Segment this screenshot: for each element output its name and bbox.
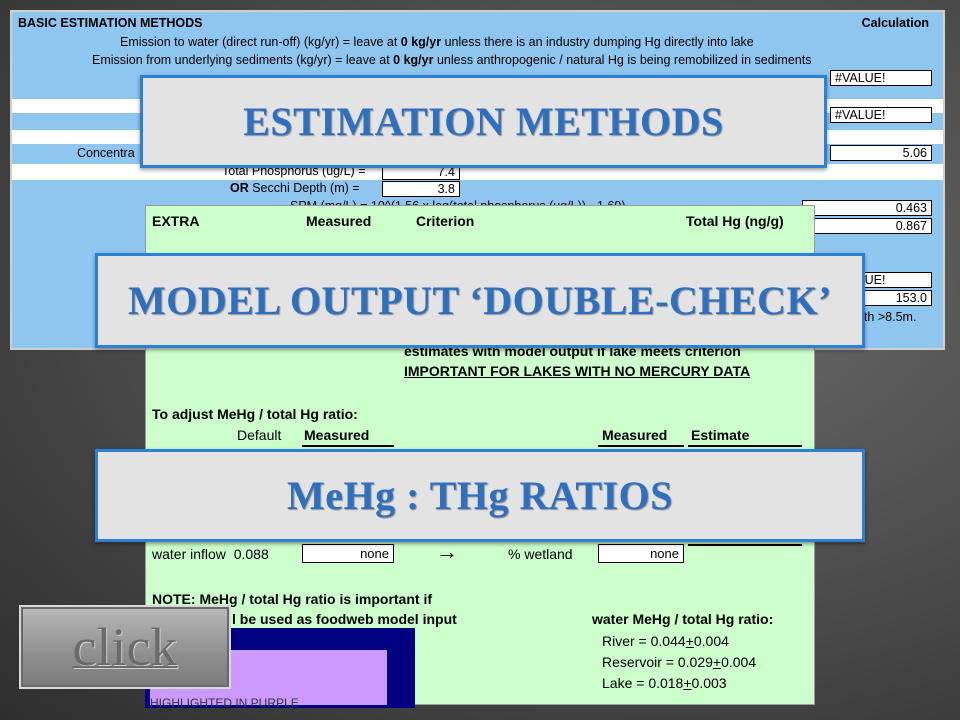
calc-cell[interactable]: 5.06: [830, 145, 932, 161]
measured-underline: [598, 427, 684, 447]
click-button[interactable]: click: [19, 605, 231, 689]
calc-cell[interactable]: 0.463: [802, 200, 932, 216]
calc-cell[interactable]: #VALUE!: [830, 107, 932, 123]
click-button-label: click: [72, 617, 178, 677]
secchi-label: OR Secchi Depth (m) =: [230, 181, 360, 195]
ratio-lake: Lake = 0.018+0.003: [602, 675, 727, 691]
banner-estimation-text: ESTIMATION METHODS: [243, 99, 724, 144]
calc-cell[interactable]: #VALUE!: [830, 70, 932, 86]
ratio-river: River = 0.044+0.004: [602, 633, 729, 649]
banner-ratios: MeHg : THg RATIOS: [95, 449, 865, 542]
total-hg-header: Total Hg (ng/g): [686, 213, 784, 229]
wetland-measured-input[interactable]: none: [598, 544, 684, 563]
concentration-label: Concentra: [77, 146, 135, 160]
depth-note: pth >8.5m.: [857, 310, 917, 324]
extra-header: EXTRA: [152, 213, 200, 229]
measured-header: Measured: [306, 213, 372, 229]
water-inflow-label: water inflow 0.088: [152, 546, 269, 562]
sediment-line: Emission from underlying sediments (kg/y…: [92, 53, 812, 67]
calculation-header: Calculation: [861, 16, 929, 30]
measured-underline: [302, 427, 394, 447]
sheet-title: BASIC ESTIMATION METHODS: [18, 16, 203, 30]
banner-double-check: MODEL OUTPUT ‘DOUBLE-CHECK’: [95, 253, 865, 348]
banner-estimation-methods: ESTIMATION METHODS: [140, 75, 827, 168]
wetland-estimate-input[interactable]: [688, 544, 802, 546]
ratio-reservoir: Reservoir = 0.029+0.004: [602, 654, 757, 670]
runoff-line: Emission to water (direct run-off) (kg/y…: [120, 35, 754, 49]
ratio-title: water MeHg / total Hg ratio:: [592, 611, 774, 627]
secchi-input[interactable]: 3.8: [382, 181, 460, 197]
purple-note: HIGHLIGHTED IN PURPLE: [150, 696, 299, 710]
note-line-2: l be used as foodweb model input: [232, 611, 457, 627]
inflow-measured-input[interactable]: none: [302, 544, 394, 563]
estimate-underline: [688, 427, 802, 447]
default-label: Default: [237, 427, 282, 443]
banner-ratios-text: MeHg : THg RATIOS: [287, 473, 673, 518]
wetland-label: % wetland: [508, 546, 573, 562]
adjust-title: To adjust MeHg / total Hg ratio:: [152, 406, 358, 422]
criterion-header: Criterion: [416, 213, 475, 229]
banner-double-check-text: MODEL OUTPUT ‘DOUBLE-CHECK’: [128, 278, 832, 323]
calc-cell[interactable]: 0.867: [802, 218, 932, 234]
arrow-right-icon: →: [436, 539, 458, 564]
important-note: IMPORTANT FOR LAKES WITH NO MERCURY DATA: [404, 363, 751, 379]
